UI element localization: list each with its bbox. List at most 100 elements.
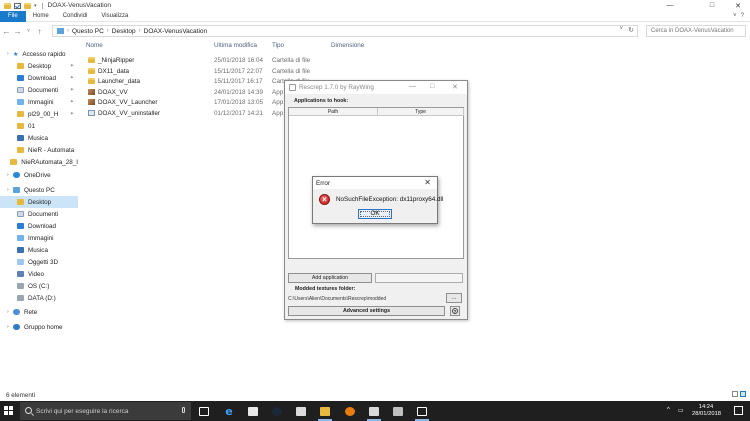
- file-type: App: [272, 99, 284, 107]
- file-row[interactable]: DX11_data 15/11/2017 22:07 Cartella di fil…: [86, 67, 366, 77]
- rescrep-taskbar-icon[interactable]: [415, 404, 429, 421]
- breadcrumb-item[interactable]: Questo PC: [72, 28, 104, 35]
- folder-icon: [17, 63, 24, 69]
- column-header-name[interactable]: Nome: [86, 42, 103, 49]
- folder-icon: [88, 57, 95, 63]
- sidebar-item[interactable]: OS (C:): [0, 280, 78, 292]
- sidebar-item[interactable]: Download: [0, 220, 78, 232]
- table-header-path[interactable]: Path: [289, 108, 378, 116]
- sidebar-item[interactable]: Musica: [0, 244, 78, 256]
- sidebar-item-label: DATA (D:): [28, 294, 56, 302]
- quick-access-toolbar: ▾: [0, 2, 45, 9]
- tab-view[interactable]: Visualizza: [94, 11, 135, 22]
- sidebar-item[interactable]: Musica: [0, 132, 78, 144]
- up-icon[interactable]: ↑: [35, 27, 44, 36]
- sidebar-item[interactable]: Desktop: [0, 196, 78, 208]
- task-view-icon[interactable]: [197, 404, 211, 418]
- sidebar-item[interactable]: › Rete: [0, 306, 78, 318]
- file-row[interactable]: _NinjaRipper 25/01/2018 16:04 Cartella di …: [86, 56, 366, 66]
- sidebar-item-label: NieR - Automata: [28, 146, 75, 154]
- search-input[interactable]: Cerca in DOAX-VenusVacation: [646, 25, 746, 37]
- tab-share[interactable]: Condividi: [56, 11, 95, 22]
- sidebar-item[interactable]: Documenti ✦: [0, 84, 78, 96]
- column-header-size[interactable]: Dimensione: [331, 42, 364, 49]
- help-button[interactable]: ?: [450, 306, 460, 316]
- error-dialog: Error ✕ × NoSuchFileException: dx11proxy…: [312, 176, 443, 224]
- mail-icon[interactable]: [294, 404, 308, 418]
- sidebar-item[interactable]: Oggetti 3D: [0, 256, 78, 268]
- help-icon[interactable]: ?: [741, 13, 744, 19]
- breadcrumb-separator: ›: [106, 28, 109, 34]
- tab-home[interactable]: Home: [26, 11, 56, 22]
- address-bar[interactable]: › Questo PC › Desktop › DOAX-VenusVacati…: [52, 25, 638, 37]
- large-icons-view-icon[interactable]: [740, 391, 746, 397]
- sidebar-item-label: Rete: [24, 308, 38, 316]
- media-icon[interactable]: [391, 404, 405, 418]
- address-dropdown-icon[interactable]: ˅: [619, 26, 623, 32]
- sidebar-item[interactable]: Video: [0, 268, 78, 280]
- close-icon[interactable]: ✕: [452, 83, 458, 91]
- file-name: DOAX_VV_uninstaller: [98, 110, 160, 117]
- error-icon: ×: [319, 194, 330, 205]
- sidebar-item[interactable]: Desktop ✦: [0, 60, 78, 72]
- notification-icon[interactable]: [734, 406, 743, 415]
- customize-chevron-icon[interactable]: ▾: [34, 3, 37, 9]
- recent-locations-icon[interactable]: ˅: [24, 28, 33, 34]
- sidebar-item[interactable]: › Questo PC: [0, 184, 78, 196]
- sidebar-item[interactable]: › OneDrive: [0, 169, 78, 181]
- sidebar-item[interactable]: DATA (D:): [0, 292, 78, 304]
- sidebar-item[interactable]: Immagini: [0, 232, 78, 244]
- sidebar-item[interactable]: NieRAutomata_28_I: [0, 156, 78, 168]
- start-button[interactable]: [4, 406, 14, 416]
- sidebar-item[interactable]: Download ✦: [0, 72, 78, 84]
- table-header-type[interactable]: Type: [378, 108, 464, 116]
- sidebar-item-label: OS (C:): [28, 282, 50, 290]
- clock[interactable]: 14:24 28/01/2018: [692, 404, 721, 418]
- forward-icon[interactable]: →: [13, 27, 22, 36]
- file-type: Cartella di file: [272, 57, 311, 64]
- details-view-icon[interactable]: [732, 391, 738, 397]
- sidebar-item[interactable]: NieR - Automata: [0, 144, 78, 156]
- onedrive-icon: [13, 172, 20, 178]
- browse-button[interactable]: ...: [446, 293, 462, 303]
- download-icon: [17, 75, 24, 81]
- properties-icon[interactable]: [14, 2, 21, 9]
- back-icon[interactable]: ←: [2, 27, 11, 36]
- breadcrumb-item[interactable]: Desktop: [112, 28, 136, 35]
- minimize-icon[interactable]: —: [658, 0, 682, 11]
- sidebar-item[interactable]: Immagini ✦: [0, 96, 78, 108]
- network-tray-icon[interactable]: ▭: [678, 407, 684, 414]
- column-header-type[interactable]: Tipo: [272, 42, 284, 49]
- expand-ribbon-icon[interactable]: ˅: [733, 13, 737, 19]
- column-header-modified[interactable]: Ultima modifica: [214, 42, 257, 49]
- store-icon[interactable]: [246, 404, 260, 418]
- refresh-icon[interactable]: ↻: [628, 26, 634, 34]
- sidebar-item[interactable]: 01: [0, 120, 78, 132]
- edge-icon[interactable]: e: [222, 404, 236, 418]
- maximize-icon[interactable]: □: [430, 83, 434, 90]
- sidebar-item[interactable]: Documenti: [0, 208, 78, 220]
- ok-button[interactable]: OK: [358, 209, 392, 219]
- steam-icon[interactable]: [270, 404, 284, 418]
- taskbar-search-input[interactable]: Scrivi qui per eseguire la ricerca: [20, 402, 191, 420]
- sidebar-item[interactable]: pl29_00_H ✦: [0, 108, 78, 120]
- close-icon[interactable]: ✕: [424, 178, 431, 187]
- maximize-icon[interactable]: □: [700, 0, 724, 11]
- blender-icon[interactable]: [343, 404, 357, 418]
- new-folder-icon[interactable]: [24, 2, 31, 9]
- advanced-settings-button[interactable]: Advanced settings: [288, 306, 445, 316]
- java-app-icon[interactable]: [367, 404, 381, 421]
- sidebar-item[interactable]: › ★ Accesso rapido: [0, 48, 78, 60]
- minimize-icon[interactable]: —: [409, 83, 416, 90]
- tab-file[interactable]: File: [0, 10, 26, 22]
- microphone-icon[interactable]: [182, 407, 185, 413]
- add-application-button[interactable]: Add application: [288, 273, 372, 283]
- file-explorer-icon[interactable]: [318, 404, 332, 421]
- breadcrumb-item[interactable]: DOAX-VenusVacation: [144, 28, 207, 35]
- sidebar-item[interactable]: › Gruppo home: [0, 321, 78, 333]
- application-input[interactable]: [375, 273, 463, 283]
- close-icon[interactable]: ✕: [726, 0, 750, 11]
- tray-chevron-icon[interactable]: ^: [667, 407, 670, 413]
- sidebar-item-label: Gruppo home: [24, 323, 63, 331]
- file-name: DOAX_VV: [98, 88, 128, 96]
